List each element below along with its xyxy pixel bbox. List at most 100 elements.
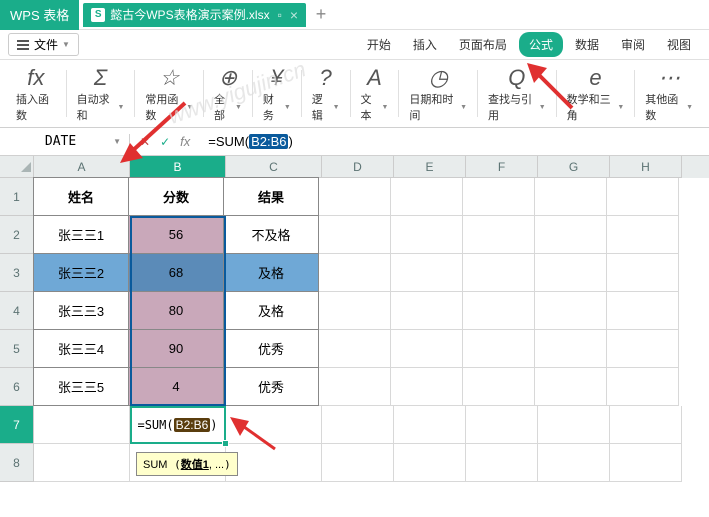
cell-C5[interactable]: 优秀 [223, 329, 319, 368]
col-header-C[interactable]: C [226, 156, 322, 178]
menu-tab-2[interactable]: 页面布局 [449, 32, 517, 57]
ribbon-其他函数[interactable]: ⋯其他函数▼ [637, 64, 701, 123]
cell-F5[interactable] [463, 330, 535, 368]
row-header-2[interactable]: 2 [0, 216, 34, 254]
cell-F6[interactable] [463, 368, 535, 406]
cell-F1[interactable] [463, 178, 535, 216]
cell-H8[interactable] [610, 444, 682, 482]
col-header-H[interactable]: H [610, 156, 682, 178]
cell-E2[interactable] [391, 216, 463, 254]
fill-handle[interactable] [222, 440, 229, 447]
cell-G1[interactable] [535, 178, 607, 216]
cell-A2[interactable]: 张三三1 [33, 215, 129, 254]
cell-G5[interactable] [535, 330, 607, 368]
fx-icon[interactable]: fx [180, 134, 190, 149]
cell-D4[interactable] [319, 292, 391, 330]
menu-tab-0[interactable]: 开始 [357, 32, 401, 57]
cell-E4[interactable] [391, 292, 463, 330]
file-menu[interactable]: 文件 ▼ [8, 33, 79, 56]
row-header-7[interactable]: 7 [0, 406, 34, 444]
cell-D5[interactable] [319, 330, 391, 368]
cell-C7[interactable] [226, 406, 322, 444]
cell-G3[interactable] [535, 254, 607, 292]
cell-B3[interactable]: 68 [128, 253, 224, 292]
chevron-down-icon[interactable]: ▼ [113, 137, 121, 146]
ribbon-自动求和[interactable]: Σ自动求和▼ [69, 64, 133, 123]
document-tab[interactable]: S 懿古今WPS表格演示案例.xlsx ▫ × [83, 3, 306, 27]
cell-D3[interactable] [319, 254, 391, 292]
col-header-E[interactable]: E [394, 156, 466, 178]
col-header-F[interactable]: F [466, 156, 538, 178]
ribbon-查找与引用[interactable]: Q查找与引用▼ [480, 64, 554, 123]
cell-H4[interactable] [607, 292, 679, 330]
ribbon-日期和时间[interactable]: ◷日期和时间▼ [401, 64, 475, 123]
ribbon-数学和三角[interactable]: e数学和三角▼ [559, 64, 633, 123]
row-header-4[interactable]: 4 [0, 292, 34, 330]
formula-input[interactable]: =SUM(B2:B6) [200, 134, 293, 149]
add-tab-button[interactable]: + [306, 0, 336, 30]
cell-B1[interactable]: 分数 [128, 177, 224, 216]
cell-E6[interactable] [391, 368, 463, 406]
cell-A6[interactable]: 张三三5 [33, 367, 129, 406]
cell-H3[interactable] [607, 254, 679, 292]
cell-E3[interactable] [391, 254, 463, 292]
row-header-1[interactable]: 1 [0, 178, 34, 216]
cancel-icon[interactable]: ✕ [140, 135, 150, 149]
menu-tab-1[interactable]: 插入 [403, 32, 447, 57]
cell-G6[interactable] [535, 368, 607, 406]
cell-C4[interactable]: 及格 [223, 291, 319, 330]
cell-D8[interactable] [322, 444, 394, 482]
name-box[interactable]: DATE ▼ [0, 134, 130, 149]
ribbon-逻辑[interactable]: ?逻辑▼ [304, 64, 348, 123]
cell-A1[interactable]: 姓名 [33, 177, 129, 216]
cell-G2[interactable] [535, 216, 607, 254]
menu-tab-5[interactable]: 审阅 [611, 32, 655, 57]
cell-A7[interactable] [34, 406, 130, 444]
cell-A8[interactable] [34, 444, 130, 482]
row-header-5[interactable]: 5 [0, 330, 34, 368]
cell-F3[interactable] [463, 254, 535, 292]
cell-H6[interactable] [607, 368, 679, 406]
cell-D6[interactable] [319, 368, 391, 406]
cell-B4[interactable]: 80 [128, 291, 224, 330]
ribbon-财务[interactable]: ¥财务▼ [255, 64, 299, 123]
cell-B6[interactable]: 4 [128, 367, 224, 406]
cell-G4[interactable] [535, 292, 607, 330]
spreadsheet-grid[interactable]: A B C D E F G H 1姓名分数结果2张三三156不及格3张三三268… [0, 156, 709, 482]
cell-F4[interactable] [463, 292, 535, 330]
cell-C3[interactable]: 及格 [223, 253, 319, 292]
menu-tab-4[interactable]: 数据 [565, 32, 609, 57]
col-header-B[interactable]: B [130, 156, 226, 178]
ribbon-常用函数[interactable]: ☆常用函数▼ [137, 64, 201, 123]
cell-E7[interactable] [394, 406, 466, 444]
cell-G8[interactable] [538, 444, 610, 482]
cell-C2[interactable]: 不及格 [223, 215, 319, 254]
cell-C8[interactable] [226, 444, 322, 482]
cell-E8[interactable] [394, 444, 466, 482]
select-all-corner[interactable] [0, 156, 34, 178]
col-header-A[interactable]: A [34, 156, 130, 178]
close-icon[interactable]: × [290, 7, 298, 23]
cell-E5[interactable] [391, 330, 463, 368]
menu-tab-6[interactable]: 视图 [657, 32, 701, 57]
row-header-3[interactable]: 3 [0, 254, 34, 292]
cell-C6[interactable]: 优秀 [223, 367, 319, 406]
cell-A4[interactable]: 张三三3 [33, 291, 129, 330]
cell-B5[interactable]: 90 [128, 329, 224, 368]
cell-G7[interactable] [538, 406, 610, 444]
cell-C1[interactable]: 结果 [223, 177, 319, 216]
tab-save-icon[interactable]: ▫ [278, 8, 282, 22]
cell-H1[interactable] [607, 178, 679, 216]
row-header-6[interactable]: 6 [0, 368, 34, 406]
col-header-D[interactable]: D [322, 156, 394, 178]
cell-B7[interactable]: =SUM(B2:B6) [130, 406, 226, 444]
cell-D7[interactable] [322, 406, 394, 444]
cell-A5[interactable]: 张三三4 [33, 329, 129, 368]
cell-B2[interactable]: 56 [128, 215, 224, 254]
ribbon-全部[interactable]: ⊕全部▼ [206, 64, 250, 123]
cell-F2[interactable] [463, 216, 535, 254]
col-header-G[interactable]: G [538, 156, 610, 178]
cell-H5[interactable] [607, 330, 679, 368]
ribbon-文本[interactable]: A文本▼ [353, 64, 397, 123]
cell-D2[interactable] [319, 216, 391, 254]
